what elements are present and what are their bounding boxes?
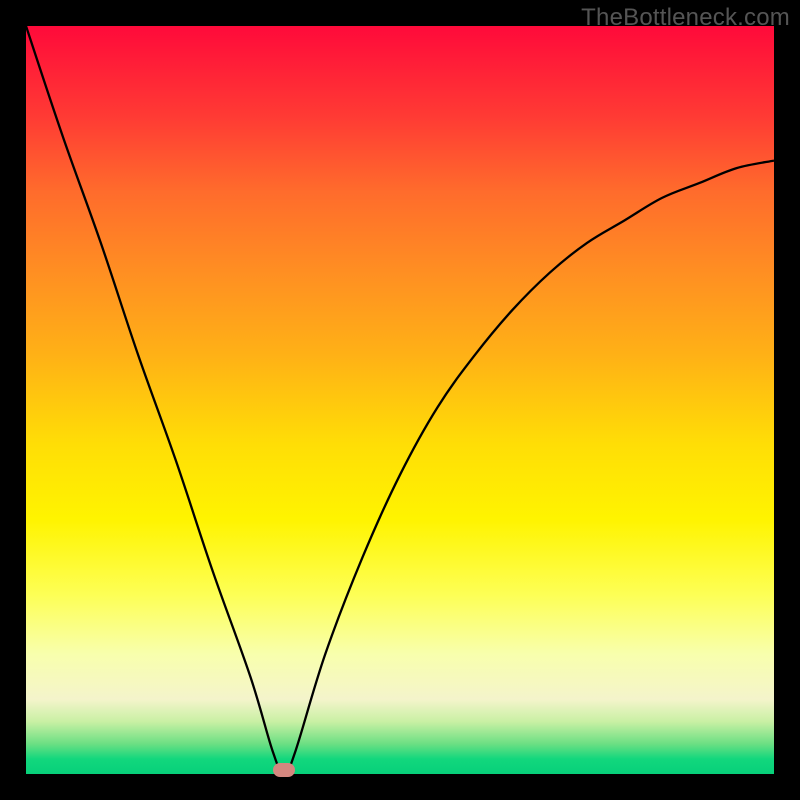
optimal-marker <box>273 763 295 777</box>
bottleneck-curve <box>26 26 774 774</box>
chart-area <box>26 26 774 774</box>
watermark-text: TheBottleneck.com <box>581 4 790 32</box>
